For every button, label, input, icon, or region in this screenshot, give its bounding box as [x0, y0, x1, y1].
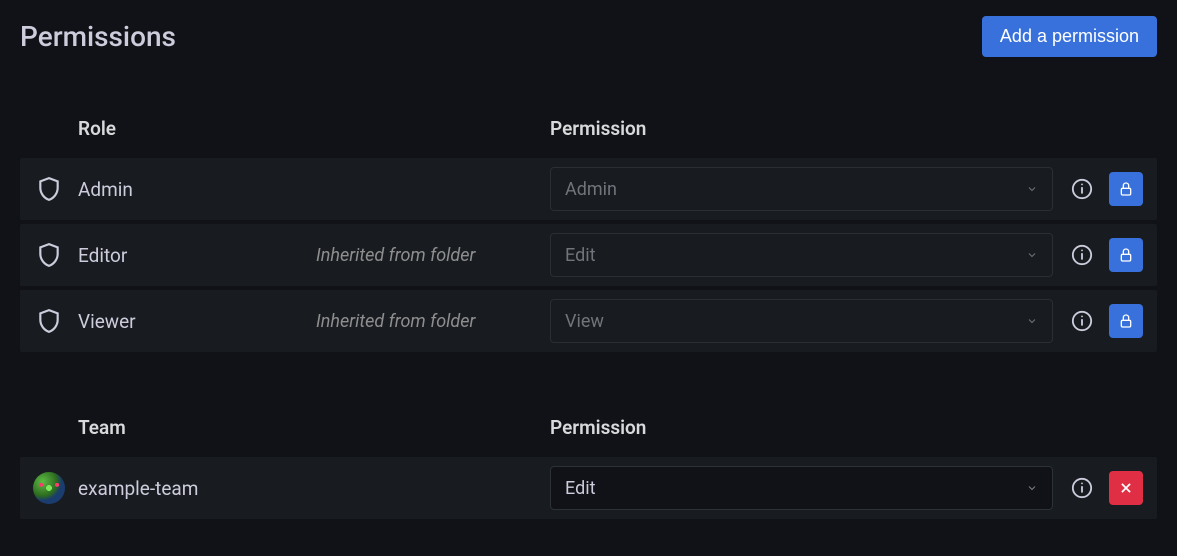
- role-name: Viewer: [78, 310, 316, 333]
- permission-heading: Permission: [550, 117, 1157, 140]
- shield-icon: [36, 308, 62, 334]
- permission-select: Admin: [550, 167, 1053, 211]
- team-avatar: [33, 472, 65, 504]
- close-icon: [1119, 481, 1133, 495]
- info-icon[interactable]: [1071, 244, 1093, 266]
- permission-value: Edit: [565, 478, 595, 499]
- shield-icon: [36, 176, 62, 202]
- role-heading: Role: [78, 117, 316, 140]
- team-name: example-team: [78, 477, 316, 500]
- lock-button: [1109, 238, 1143, 272]
- lock-button: [1109, 304, 1143, 338]
- permission-select[interactable]: Edit: [550, 466, 1053, 510]
- team-section-header: Team Permission: [20, 416, 1157, 457]
- role-name: Editor: [78, 244, 316, 267]
- permission-value: Edit: [565, 245, 595, 266]
- lock-icon: [1118, 181, 1134, 197]
- role-name: Admin: [78, 178, 316, 201]
- role-row: Editor Inherited from folder Edit: [20, 224, 1157, 286]
- shield-icon: [36, 242, 62, 268]
- permission-value: View: [565, 311, 604, 332]
- lock-button: [1109, 172, 1143, 206]
- role-section-header: Role Permission: [20, 117, 1157, 158]
- role-row: Viewer Inherited from folder View: [20, 290, 1157, 352]
- role-inherit-note: Inherited from folder: [316, 311, 550, 332]
- info-icon[interactable]: [1071, 477, 1093, 499]
- lock-icon: [1118, 247, 1134, 263]
- chevron-down-icon: [1026, 183, 1038, 195]
- chevron-down-icon: [1026, 249, 1038, 261]
- role-row: Admin Admin: [20, 158, 1157, 220]
- page-title: Permissions: [20, 20, 176, 53]
- add-permission-button[interactable]: Add a permission: [982, 16, 1157, 57]
- chevron-down-icon: [1026, 315, 1038, 327]
- team-row: example-team Edit: [20, 457, 1157, 519]
- chevron-down-icon: [1026, 482, 1038, 494]
- permission-select: Edit: [550, 233, 1053, 277]
- info-icon[interactable]: [1071, 178, 1093, 200]
- lock-icon: [1118, 313, 1134, 329]
- page-header: Permissions Add a permission: [20, 16, 1157, 57]
- permission-heading: Permission: [550, 416, 1157, 439]
- info-icon[interactable]: [1071, 310, 1093, 332]
- role-inherit-note: Inherited from folder: [316, 245, 550, 266]
- remove-permission-button[interactable]: [1109, 471, 1143, 505]
- team-heading: Team: [78, 416, 316, 439]
- permission-value: Admin: [565, 179, 617, 200]
- permission-select: View: [550, 299, 1053, 343]
